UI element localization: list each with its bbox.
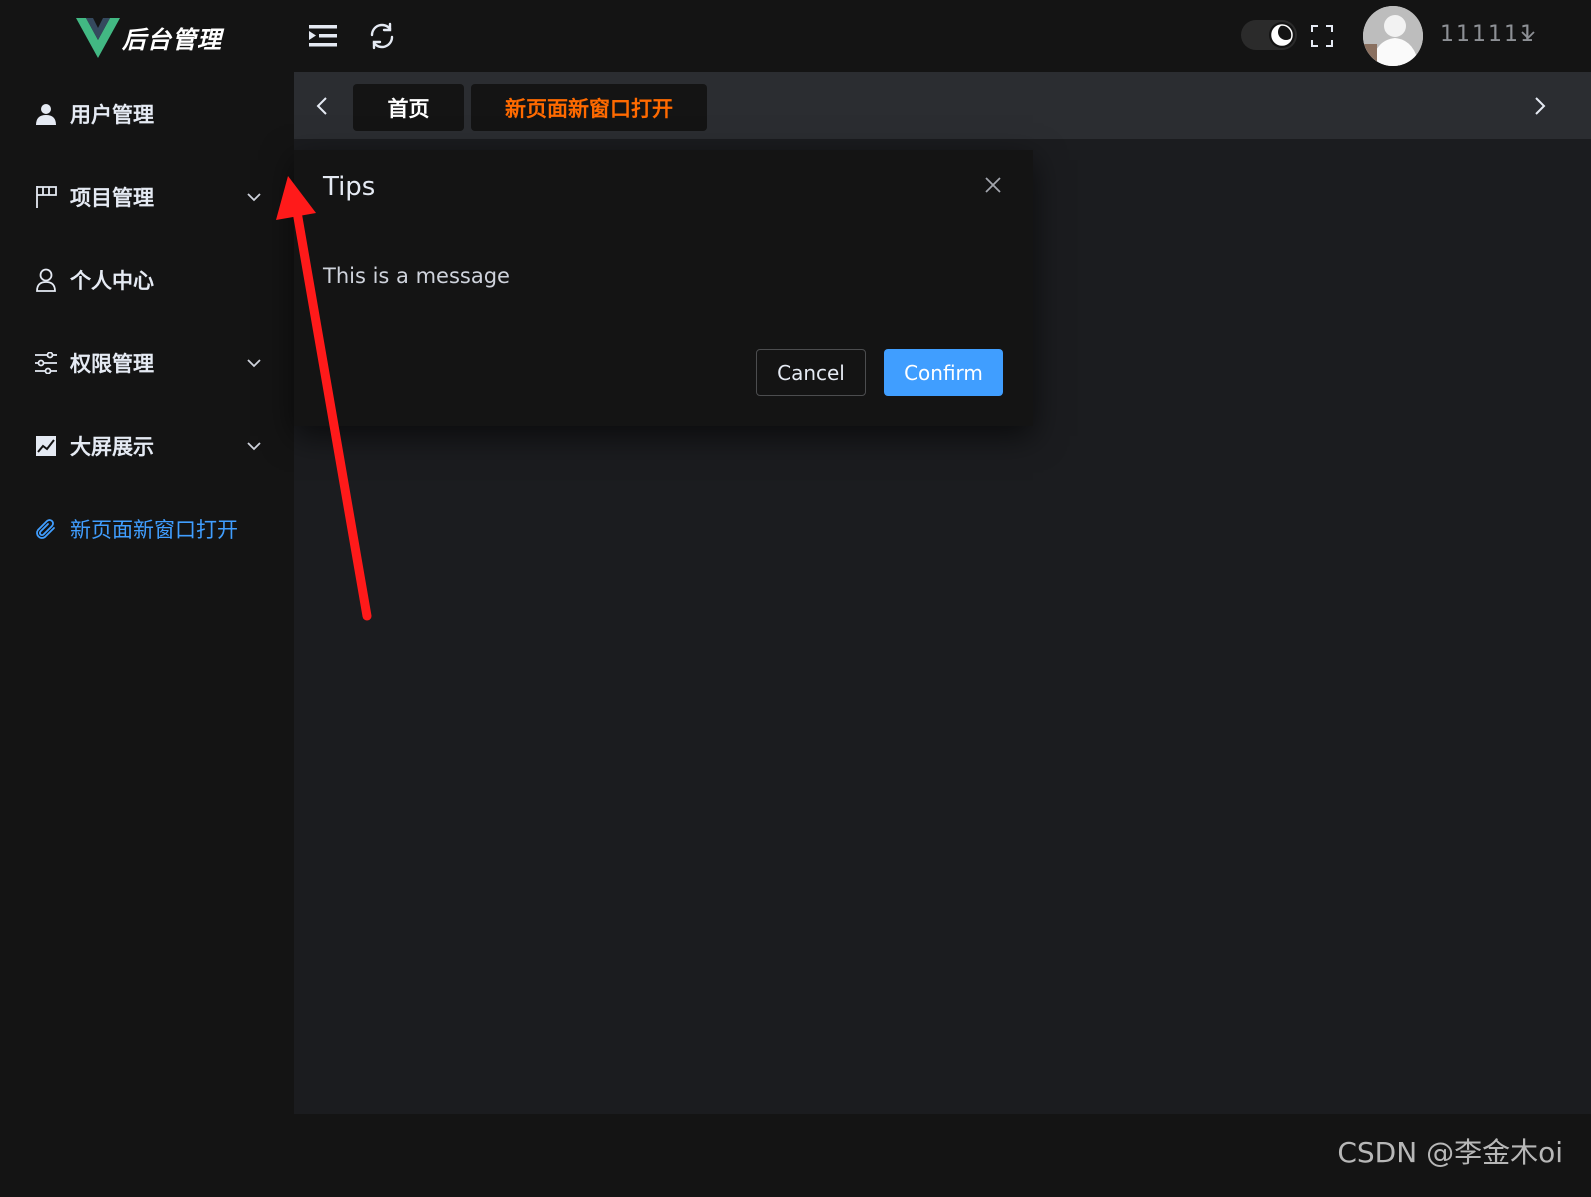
sidebar-item-permission-management[interactable]: 权限管理 — [0, 335, 294, 391]
sidebar-item-new-window[interactable]: 新页面新窗口打开 — [0, 501, 294, 557]
cancel-button[interactable]: Cancel — [756, 349, 866, 396]
sidebar-item-label: 个人中心 — [70, 269, 154, 293]
tags-bar: 首页 新页面新窗口打开 — [294, 72, 1591, 139]
sidebar-item-label: 项目管理 — [70, 186, 154, 210]
chart-icon — [34, 434, 58, 458]
moon-icon — [1269, 22, 1295, 48]
dialog-title: Tips — [323, 172, 376, 202]
tab-new-window[interactable]: 新页面新窗口打开 — [471, 84, 707, 131]
vue-logo-icon — [76, 18, 120, 58]
chevron-down-icon[interactable] — [1520, 26, 1536, 45]
sidebar: 用户管理 项目管理 个人中心 权限管理 大屏展示 新页面新窗口打开 — [0, 72, 294, 1197]
sliders-icon — [34, 351, 58, 375]
sidebar-item-label: 新页面新窗口打开 — [70, 518, 238, 542]
sidebar-item-personal-center[interactable]: 个人中心 — [0, 252, 294, 308]
sidebar-item-label: 权限管理 — [70, 352, 154, 376]
user-icon — [34, 102, 58, 126]
sidebar-item-project-management[interactable]: 项目管理 — [0, 169, 294, 225]
refresh-icon[interactable] — [366, 20, 398, 52]
logo[interactable]: 后台管理 — [76, 16, 222, 58]
sidebar-item-label: 大屏展示 — [70, 435, 154, 459]
chevron-down-icon — [246, 437, 262, 456]
watermark: CSDN @李金木oi — [1337, 1136, 1563, 1169]
paperclip-icon — [34, 517, 58, 541]
chevron-left-icon[interactable] — [308, 92, 336, 120]
tips-dialog: Tips This is a message Cancel Confirm — [294, 150, 1033, 426]
chevron-down-icon — [246, 354, 262, 373]
dark-mode-toggle[interactable] — [1241, 20, 1297, 50]
avatar[interactable] — [1363, 6, 1423, 66]
dialog-message: This is a message — [323, 264, 510, 288]
sidebar-item-label: 用户管理 — [70, 103, 154, 127]
fullscreen-icon[interactable] — [1306, 20, 1338, 52]
sidebar-item-big-screen[interactable]: 大屏展示 — [0, 418, 294, 474]
chevron-right-icon[interactable] — [1526, 92, 1554, 120]
top-bar: 后台管理 111111 — [0, 0, 1591, 72]
confirm-button[interactable]: Confirm — [884, 349, 1003, 396]
close-icon[interactable] — [980, 172, 1006, 198]
sidebar-item-user-management[interactable]: 用户管理 — [0, 86, 294, 142]
chevron-down-icon — [246, 188, 262, 207]
collapse-menu-icon[interactable] — [307, 20, 339, 52]
logo-text: 后台管理 — [122, 25, 222, 54]
user-outline-icon — [34, 268, 58, 292]
tab-home[interactable]: 首页 — [353, 84, 464, 131]
flag-icon — [34, 185, 58, 209]
